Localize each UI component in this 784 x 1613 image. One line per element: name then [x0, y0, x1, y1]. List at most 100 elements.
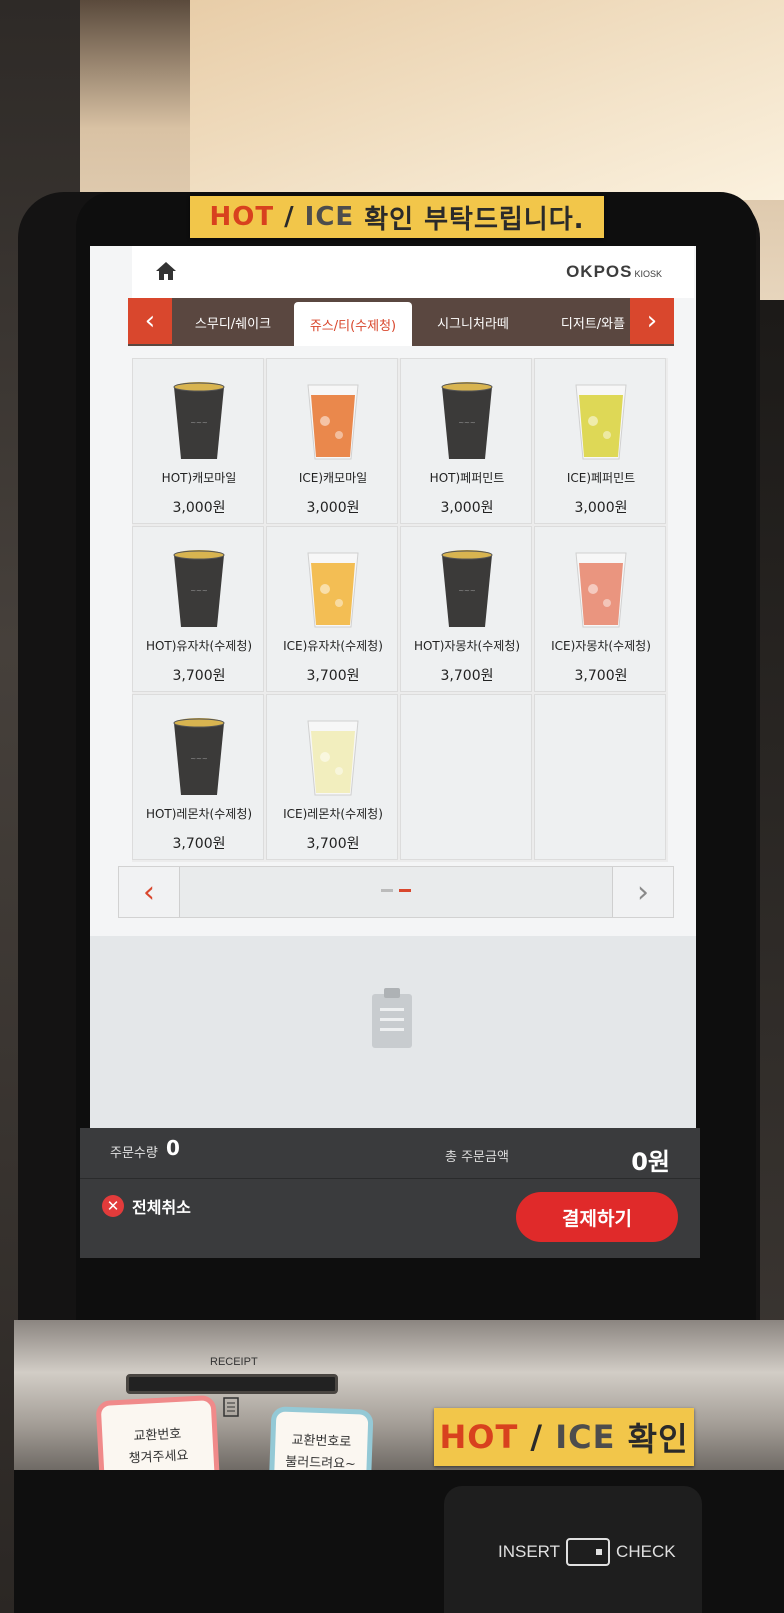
- cancel-all-button[interactable]: ✕ 전체취소: [102, 1194, 191, 1218]
- svg-text:~~~: ~~~: [458, 587, 476, 595]
- menu-item[interactable]: ICE)페퍼민트 3,000원: [534, 358, 666, 524]
- order-summary-bar: 주문수량 0 총 주문금액 0원 ✕ 전체취소 결제하기: [80, 1128, 700, 1258]
- hot-ice-sticker-bottom: HOT / ICE 확인: [434, 1408, 694, 1466]
- order-list-area: [90, 936, 696, 1133]
- sticker-separator: /: [518, 1418, 556, 1456]
- menu-item-name: ICE)자몽차(수제청): [551, 639, 651, 653]
- svg-text:~~~: ~~~: [190, 419, 208, 427]
- tab-label: 시그니처라떼: [437, 316, 509, 332]
- sticker-message: 확인: [615, 1420, 689, 1458]
- menu-item-price: 3,000원: [306, 500, 360, 516]
- menu-item[interactable]: ~~~ HOT)캐모마일 3,000원: [132, 358, 264, 524]
- menu-item[interactable]: ~~~ HOT)유자차(수제청) 3,700원: [132, 526, 264, 692]
- brand-sub: KIOSK: [634, 269, 662, 279]
- tab-label: 디저트/와플: [560, 316, 626, 332]
- cancel-all-label: 전체취소: [132, 1198, 191, 1217]
- menu-item-price: 3,700원: [306, 668, 360, 684]
- hot-cup-icon: ~~~: [441, 550, 493, 627]
- tab-label: 쥬스/티(수제청): [309, 318, 397, 334]
- menu-item-name: HOT)페퍼민트: [429, 471, 505, 485]
- menu-item[interactable]: ICE)자몽차(수제청) 3,700원: [534, 526, 666, 692]
- tab-juice-tea[interactable]: 쥬스/티(수제청): [294, 302, 412, 346]
- sticker-message: 확인 부탁드립니다.: [354, 204, 585, 235]
- menu-item[interactable]: ICE)캐모마일 3,000원: [266, 358, 398, 524]
- ceiling: [190, 0, 784, 200]
- sticker-separator: /: [274, 202, 305, 232]
- close-icon: ✕: [102, 1195, 124, 1217]
- card-reader-label: INSERT CHECK: [498, 1538, 676, 1566]
- menu-item-price: 3,700원: [440, 668, 494, 684]
- iced-cup-icon: [307, 384, 359, 460]
- iced-cup-icon: [575, 552, 627, 628]
- menu-item[interactable]: ~~~ HOT)페퍼민트 3,000원: [400, 358, 532, 524]
- menu-item-price: 3,700원: [306, 836, 360, 852]
- svg-text:~~~: ~~~: [190, 755, 208, 763]
- tab-signature-latte[interactable]: 시그니처라떼: [414, 298, 532, 346]
- receipt-slot: [126, 1374, 338, 1394]
- menu-item-price: 3,700원: [172, 668, 226, 684]
- sticker-ice-text: ICE: [304, 202, 355, 232]
- order-total-value: 0원: [631, 1148, 670, 1176]
- page-next-button[interactable]: ›: [612, 867, 673, 917]
- menu-item-price: 3,700원: [574, 668, 628, 684]
- tab-smoothie-shake[interactable]: 스무디/쉐이크: [174, 298, 292, 346]
- menu-item[interactable]: ICE)레몬차(수제청) 3,700원: [266, 694, 398, 860]
- page-dot: [381, 889, 393, 892]
- receipt-icon: [223, 1397, 239, 1417]
- menu-pager: ‹ ›: [118, 866, 674, 918]
- menu-item-price: 3,000원: [440, 500, 494, 516]
- page-dot-active: [399, 889, 411, 892]
- menu-item-name: HOT)유자차(수제청): [145, 639, 253, 653]
- menu-item-name: ICE)레몬차(수제청): [283, 807, 383, 821]
- menu-item-price: 3,000원: [574, 500, 628, 516]
- card-icon: [566, 1538, 611, 1566]
- order-qty-label: 주문수량: [110, 1146, 158, 1161]
- order-total-label: 총 주문금액: [445, 1150, 509, 1165]
- menu-item-name: HOT)자몽차(수제청): [413, 639, 521, 653]
- tab-next-button[interactable]: ›: [630, 298, 674, 344]
- empty-menu-slot: [534, 694, 666, 860]
- pay-label: 결제하기: [562, 1207, 632, 1230]
- sticker-hot-text: HOT: [209, 202, 275, 232]
- menu-item[interactable]: ~~~ HOT)자몽차(수제청) 3,700원: [400, 526, 532, 692]
- tab-label: 스무디/쉐이크: [194, 316, 272, 332]
- chevron-right-icon: ›: [646, 306, 658, 336]
- check-label: CHECK: [616, 1542, 676, 1561]
- page-indicator: [381, 889, 411, 892]
- chevron-left-icon: ‹: [144, 306, 156, 336]
- hot-cup-icon: ~~~: [173, 718, 225, 795]
- sticker-ice-text: ICE: [555, 1418, 616, 1456]
- empty-menu-slot: [400, 694, 532, 860]
- clipboard-icon: [372, 988, 412, 1048]
- receipt-label: RECEIPT: [210, 1356, 258, 1368]
- menu-item[interactable]: ICE)유자차(수제청) 3,700원: [266, 526, 398, 692]
- divider: [80, 1178, 700, 1179]
- menu-item-name: HOT)캐모마일: [161, 471, 237, 485]
- menu-item-price: 3,000원: [172, 500, 226, 516]
- screen-glare: [382, 250, 454, 298]
- menu-grid: ~~~ HOT)캐모마일 3,000원 ICE)캐모마일 3,000원 ~~~ HOT)페퍼…: [132, 358, 668, 862]
- home-icon[interactable]: [154, 260, 178, 282]
- menu-item-name: ICE)캐모마일: [298, 471, 368, 485]
- iced-cup-icon: [575, 384, 627, 460]
- menu-item-price: 3,700원: [172, 836, 226, 852]
- insert-label: INSERT: [498, 1542, 561, 1561]
- tab-prev-button[interactable]: ‹: [128, 298, 172, 344]
- category-tabbar: ‹ 스무디/쉐이크 쥬스/티(수제청) 시그니처라떼 디저트/와플 ›: [128, 298, 674, 346]
- menu-item[interactable]: ~~~ HOT)레몬차(수제청) 3,700원: [132, 694, 264, 860]
- pay-button[interactable]: 결제하기: [516, 1192, 678, 1242]
- svg-text:~~~: ~~~: [190, 587, 208, 595]
- iced-cup-icon: [307, 552, 359, 628]
- page-prev-button[interactable]: ‹: [119, 867, 180, 917]
- hot-cup-icon: ~~~: [441, 382, 493, 459]
- kiosk-screen: OKPOS KIOSK ‹ 스무디/쉐이크 쥬스/티(수제청) 시그니처라떼 디저…: [90, 246, 696, 1133]
- chevron-right-icon: ›: [637, 874, 649, 910]
- brand-name: OKPOS: [566, 262, 633, 281]
- note-text: 교환번호 챙겨주세요: [128, 1426, 189, 1467]
- hot-cup-icon: ~~~: [173, 550, 225, 627]
- menu-item-name: ICE)페퍼민트: [566, 471, 636, 485]
- iced-cup-icon: [307, 720, 359, 796]
- okpos-logo: OKPOS KIOSK: [566, 262, 662, 282]
- svg-text:~~~: ~~~: [458, 419, 476, 427]
- hot-cup-icon: ~~~: [173, 382, 225, 459]
